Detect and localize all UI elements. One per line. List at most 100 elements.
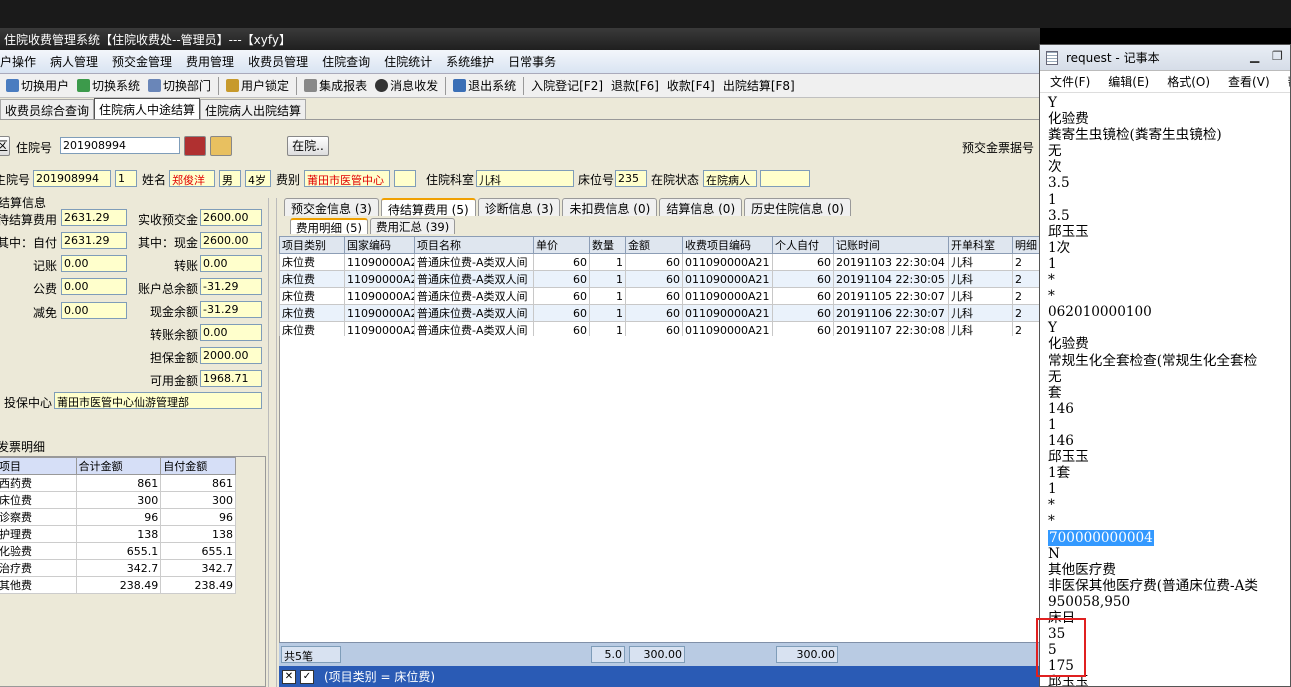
table-row[interactable]: 床位费 300 300: [0, 491, 236, 509]
notepad-line: Y: [1048, 95, 1057, 111]
notepad-line: 常规生化全套检查(常规生化全套检: [1048, 352, 1258, 369]
tab-unpaid[interactable]: 未扣费信息 (0): [562, 198, 658, 216]
menu-cashier[interactable]: 收费员管理: [241, 50, 315, 74]
table-row[interactable]: 化验费 655.1 655.1: [0, 542, 236, 560]
hosp-no-input[interactable]: 201908994: [60, 137, 180, 154]
status-field: 在院病人: [703, 170, 757, 187]
menu-fee[interactable]: 费用管理: [179, 50, 241, 74]
highlight-box: [1036, 618, 1086, 677]
transfer-balance-label: 转账余额: [150, 328, 199, 342]
notepad-line: 950058,950: [1048, 593, 1131, 610]
calculator-button[interactable]: [184, 136, 206, 156]
splitter[interactable]: [268, 198, 277, 687]
notepad-icon: [1046, 50, 1058, 65]
switch-system-button[interactable]: 切换系统: [73, 75, 144, 97]
gender-field: 男: [219, 170, 241, 187]
credit-field: 0.00: [61, 255, 127, 272]
desktop-top-strip: [0, 0, 1291, 28]
clean-button[interactable]: [210, 136, 232, 156]
table-row[interactable]: 西药费 861 861: [0, 474, 236, 492]
tab-diagnosis[interactable]: 诊断信息 (3): [477, 198, 561, 216]
prepay-field: 2600.00: [200, 209, 262, 226]
np-menu-view[interactable]: 查看(V): [1219, 73, 1279, 90]
switch-user-button[interactable]: 切换用户: [2, 75, 73, 97]
toolbar: 切换用户 切换系统 切换部门 用户锁定 集成报表 消息收发 退出系统 入院登记[…: [0, 74, 1040, 98]
collect-button[interactable]: 收款[F4]: [663, 75, 719, 97]
menu-user[interactable]: 户操作: [0, 50, 43, 74]
menu-bar: 户操作 病人管理 预交金管理 费用管理 收费员管理 住院查询 住院统计 系统维护…: [0, 50, 1040, 74]
notepad-titlebar: request - 记事本 ▁ ❐: [1040, 45, 1290, 71]
public-fee-field: 0.00: [61, 278, 127, 295]
account-total-field: -31.29: [200, 278, 262, 295]
table-row[interactable]: 诊察费 96 96: [0, 508, 236, 526]
cash-field: 2600.00: [200, 232, 262, 249]
table-row[interactable]: 床位费11090000A21普通床位费-A类双人间60160011090000A…: [279, 253, 1040, 271]
notepad-line: 1: [1048, 255, 1057, 272]
notepad-line: 邱玉玉: [1048, 449, 1089, 466]
notepad-line: 1: [1048, 191, 1057, 208]
hosp-no-label-2: 主院号: [0, 173, 31, 187]
tab-discharge-settle[interactable]: 住院病人出院结算: [200, 99, 307, 119]
transfer-balance-field: 0.00: [200, 324, 262, 341]
np-menu-edit[interactable]: 编辑(E): [1099, 73, 1158, 90]
tab-prepay-info[interactable]: 预交金信息 (3): [284, 198, 379, 216]
notepad-line: *: [1048, 288, 1055, 305]
np-menu-help[interactable]: 帮助: [1279, 73, 1290, 90]
notepad-line: 次: [1048, 159, 1062, 176]
insurer-field: 莆田市医管中心仙游管理部: [54, 392, 262, 409]
tab-settle-info[interactable]: 结算信息 (0): [659, 198, 743, 216]
user-icon: [6, 79, 19, 92]
menu-query[interactable]: 住院查询: [315, 50, 377, 74]
notepad-line: 化验费: [1048, 111, 1089, 128]
np-menu-file[interactable]: 文件(F): [1040, 73, 1099, 90]
tab-history[interactable]: 历史住院信息 (0): [744, 198, 851, 216]
notepad-line: 700000000004: [1048, 529, 1290, 546]
hosp-no-label: 住院号: [16, 141, 53, 155]
toolbar-separator: [218, 76, 220, 95]
in-hospital-button[interactable]: 在院..: [287, 136, 329, 156]
menu-patient[interactable]: 病人管理: [43, 50, 105, 74]
grid-empty-area: [279, 336, 1040, 642]
refund-button[interactable]: 退款[F6]: [607, 75, 663, 97]
patient-name-field: 郑俊洋: [169, 170, 215, 187]
menu-daily[interactable]: 日常事务: [501, 50, 563, 74]
table-row[interactable]: 护理费 138 138: [0, 525, 236, 543]
notepad-text-area[interactable]: Y 化验费 粪寄生虫镜检(粪寄生虫镜检) 无次 3.5 1 3.5 邱玉玉 1次 1 * * 06201…: [1040, 93, 1290, 686]
footer-quantity: 5.0: [591, 646, 625, 663]
tab-pending-fees[interactable]: 待结算费用 (5): [380, 198, 476, 217]
pending-label: 待结算费用: [0, 213, 58, 227]
table-row[interactable]: 床位费11090000A21普通床位费-A类双人间60160011090000A…: [279, 270, 1040, 288]
report-button[interactable]: 集成报表: [300, 75, 371, 97]
tab-cashier-query[interactable]: 收费员综合查询: [0, 99, 95, 119]
np-menu-format[interactable]: 格式(O): [1158, 73, 1219, 90]
minimize-icon[interactable]: ▁: [1250, 49, 1259, 63]
message-button[interactable]: 消息收发: [371, 75, 442, 97]
fee-type-field: 莆田市医管中心: [304, 170, 390, 187]
table-row[interactable]: 床位费11090000A21普通床位费-A类双人间60160011090000A…: [279, 287, 1040, 305]
lock-user-button[interactable]: 用户锁定: [222, 75, 293, 97]
menu-prepay[interactable]: 预交金管理: [105, 50, 179, 74]
menu-system[interactable]: 系统维护: [439, 50, 501, 74]
table-row[interactable]: 治疗费 342.7 342.7: [0, 559, 236, 577]
tab-fee-detail[interactable]: 费用明细 (5): [290, 218, 368, 235]
area-button[interactable]: 区: [0, 136, 10, 156]
admit-button[interactable]: 入院登记[F2]: [527, 75, 607, 97]
discharge-settle-button[interactable]: 出院结算[F8]: [719, 75, 799, 97]
exit-button[interactable]: 退出系统: [449, 75, 520, 97]
cash-balance-field: -31.29: [200, 301, 262, 318]
switch-dept-button[interactable]: 切换部门: [144, 75, 215, 97]
table-row[interactable]: 其他费 238.49 238.49: [0, 576, 236, 594]
notepad-line: *: [1048, 513, 1055, 530]
transfer-field: 0.00: [200, 255, 262, 272]
notepad-line: 146: [1048, 400, 1074, 417]
table-row[interactable]: 床位费11090000A21普通床位费-A类双人间60160011090000A…: [279, 304, 1040, 322]
notepad-line: 1: [1048, 416, 1057, 433]
notepad-line: 1: [1048, 481, 1057, 498]
available-label: 可用金额: [150, 374, 199, 388]
close-filter-icon[interactable]: ✕: [282, 669, 296, 684]
restore-icon[interactable]: ❐: [1272, 49, 1283, 63]
filter-enable-checkbox[interactable]: ✓: [300, 669, 314, 684]
tab-fee-summary[interactable]: 费用汇总 (39): [369, 218, 456, 234]
tab-midway-settle[interactable]: 住院病人中途结算: [94, 98, 201, 119]
menu-stats[interactable]: 住院统计: [377, 50, 439, 74]
